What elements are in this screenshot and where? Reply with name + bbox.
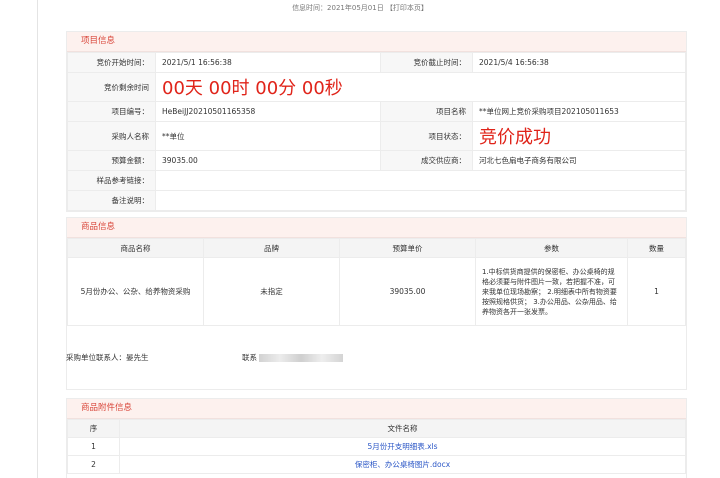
goods-col-name: 商品名称 <box>67 238 204 258</box>
project-code-value: HeBeiJJ20210501165358 <box>155 101 381 122</box>
sample-link-row: 样品参考链接： <box>67 170 686 191</box>
contact-person: 采购单位联系人：晏先生 <box>66 353 149 362</box>
attachments-table-header: 序 文件名称 <box>67 419 686 438</box>
goods-col-qty: 数量 <box>627 238 686 258</box>
goods-price-cell: 39035.00 <box>339 257 476 326</box>
attachment-link-xls[interactable]: 5月份开支明细表.xls <box>367 442 437 451</box>
goods-brand-cell: 未指定 <box>203 257 340 326</box>
project-code-row: 项目编号： HeBeiJJ20210501165358 项目名称 **单位网上竞… <box>67 101 686 122</box>
print-page-link[interactable]: 【打印本页】 <box>386 4 428 12</box>
attachments-table: 序 文件名称 1 5月份开支明细表.xls 2 保密柜、办公桌椅图片.docx <box>67 419 686 474</box>
remark-value <box>155 190 686 211</box>
project-info-table: 竞价开始时间： 2021/5/1 16:56:38 竞价截止时间： 2021/5… <box>67 52 686 211</box>
start-time-value: 2021/5/1 16:56:38 <box>155 52 381 73</box>
attachment-col-no: 序 <box>67 419 120 438</box>
remark-label: 备注说明： <box>67 190 156 211</box>
project-status-value: 竞价成功 <box>479 127 551 148</box>
goods-col-brand: 品牌 <box>203 238 340 258</box>
project-name-label: 项目名称 <box>380 101 473 122</box>
contact-row: 采购单位联系人：晏先生 联系 <box>66 352 686 364</box>
goods-params-cell: 1.中标供货商提供的保密柜、办公桌椅的规格必须要与附件图片一致，若把握不准，可来… <box>475 257 628 326</box>
buyer-name-label: 采购人名称 <box>67 121 156 151</box>
budget-label: 预算金额： <box>67 150 156 171</box>
table-row: 1 5月份开支明细表.xls <box>67 437 686 456</box>
end-time-value: 2021/5/4 16:56:38 <box>472 52 686 73</box>
buyer-name-value: **单位 <box>155 121 381 151</box>
table-row: 2 保密柜、办公桌椅图片.docx <box>67 455 686 474</box>
sample-link-value <box>155 170 686 191</box>
attachments-title: 商品附件信息 <box>67 399 686 419</box>
start-time-label: 竞价开始时间： <box>67 52 156 73</box>
attachment-col-file: 文件名称 <box>119 419 686 438</box>
project-name-value: **单位网上竞价采购项目202105011653 <box>472 101 686 122</box>
goods-name-cell: 5月份办公、公杂、给养物资采购 <box>67 257 204 326</box>
redacted-phone-blur <box>259 354 343 362</box>
goods-col-price: 预算单价 <box>339 238 476 258</box>
attachment-no: 1 <box>67 437 120 456</box>
end-time-label: 竞价截止时间： <box>380 52 473 73</box>
info-time-bar: 信息时间：2021年05月01日 【打印本页】 <box>0 3 720 13</box>
project-status-label: 项目状态： <box>380 121 473 151</box>
remaining-time-row: 竞价剩余时间 00天 00时 00分 00秒 <box>67 72 686 102</box>
buyer-status-row: 采购人名称 **单位 项目状态： 竞价成功 <box>67 121 686 151</box>
goods-info-panel: 商品信息 商品名称 品牌 预算单价 参数 数量 5月份办公、公杂、给养物资采购 … <box>66 217 687 390</box>
contact-phone: 联系 <box>242 352 343 363</box>
project-time-row: 竞价开始时间： 2021/5/1 16:56:38 竞价截止时间： 2021/5… <box>67 52 686 73</box>
project-info-panel: 项目信息 竞价开始时间： 2021/5/1 16:56:38 竞价截止时间： 2… <box>66 31 687 212</box>
sample-link-label: 样品参考链接： <box>67 170 156 191</box>
left-edge-divider <box>37 0 38 478</box>
info-time-text: 信息时间：2021年05月01日 <box>292 4 384 12</box>
attachment-no: 2 <box>67 455 120 474</box>
supplier-value: 河北七色扇电子商务有限公司 <box>472 150 686 171</box>
remark-row: 备注说明： <box>67 190 686 211</box>
budget-row: 预算金额： 39035.00 成交供应商： 河北七色扇电子商务有限公司 <box>67 150 686 171</box>
supplier-label: 成交供应商： <box>380 150 473 171</box>
remaining-time-countdown: 00天 00时 00分 00秒 <box>162 78 343 99</box>
goods-table: 商品名称 品牌 预算单价 参数 数量 5月份办公、公杂、给养物资采购 未指定 3… <box>67 238 686 326</box>
goods-info-title: 商品信息 <box>67 218 686 238</box>
project-info-title: 项目信息 <box>67 32 686 52</box>
contact-phone-label: 联系 <box>242 353 257 362</box>
budget-value: 39035.00 <box>155 150 381 171</box>
remaining-time-label: 竞价剩余时间 <box>67 72 156 102</box>
goods-qty-cell: 1 <box>627 257 686 326</box>
project-code-label: 项目编号： <box>67 101 156 122</box>
goods-col-params: 参数 <box>475 238 628 258</box>
attachments-panel: 商品附件信息 序 文件名称 1 5月份开支明细表.xls 2 保密柜、办公桌椅图… <box>66 398 687 478</box>
goods-table-header: 商品名称 品牌 预算单价 参数 数量 <box>67 238 686 258</box>
table-row: 5月份办公、公杂、给养物资采购 未指定 39035.00 1.中标供货商提供的保… <box>67 257 686 326</box>
attachment-link-docx[interactable]: 保密柜、办公桌椅图片.docx <box>355 460 450 469</box>
